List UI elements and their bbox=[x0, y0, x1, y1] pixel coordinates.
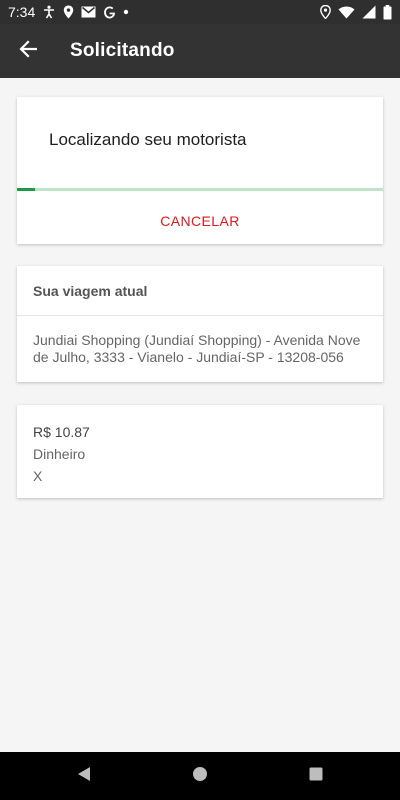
battery-icon bbox=[383, 4, 392, 20]
app-bar: Solicitando bbox=[0, 24, 400, 78]
searching-message: Localizando seu motorista bbox=[49, 130, 247, 149]
status-right bbox=[320, 4, 392, 20]
trip-price: R$ 10.87 bbox=[33, 424, 90, 440]
trip-header: Sua viagem atual bbox=[17, 266, 383, 316]
signal-icon bbox=[362, 5, 376, 19]
current-trip-card: Sua viagem atual Jundiai Shopping (Jundi… bbox=[17, 266, 383, 382]
searching-driver-card: Localizando seu motorista CANCELAR bbox=[17, 97, 383, 244]
gmail-icon bbox=[81, 6, 96, 18]
wifi-icon bbox=[338, 6, 355, 19]
status-time: 7:34 bbox=[8, 4, 36, 20]
search-progress-bar bbox=[17, 188, 383, 191]
payment-extra: X bbox=[33, 468, 43, 484]
nav-home-button[interactable] bbox=[170, 752, 230, 800]
location-status-icon bbox=[320, 5, 331, 19]
recents-square-icon bbox=[309, 767, 323, 786]
dot-icon bbox=[123, 9, 129, 15]
system-nav-bar bbox=[0, 752, 400, 800]
arrow-left-icon bbox=[19, 39, 38, 63]
home-circle-icon bbox=[192, 766, 208, 787]
nav-back-button[interactable] bbox=[54, 752, 114, 800]
status-left: 7:34 bbox=[8, 4, 129, 20]
location-icon bbox=[63, 5, 74, 19]
payment-card: R$ 10.87 Dinheiro X bbox=[17, 405, 383, 498]
back-button[interactable] bbox=[0, 24, 56, 78]
nav-recents-button[interactable] bbox=[286, 752, 346, 800]
accessibility-icon bbox=[42, 5, 56, 19]
trip-address: Jundiai Shopping (Jundiaí Shopping) - Av… bbox=[33, 332, 361, 365]
payment-method: Dinheiro bbox=[33, 446, 86, 462]
search-progress-fill bbox=[17, 188, 36, 191]
status-bar: 7:34 bbox=[0, 0, 400, 24]
cancel-button[interactable]: CANCELAR bbox=[17, 207, 383, 235]
google-icon bbox=[103, 6, 116, 19]
back-triangle-icon bbox=[77, 766, 91, 787]
page-title: Solicitando bbox=[70, 40, 175, 61]
